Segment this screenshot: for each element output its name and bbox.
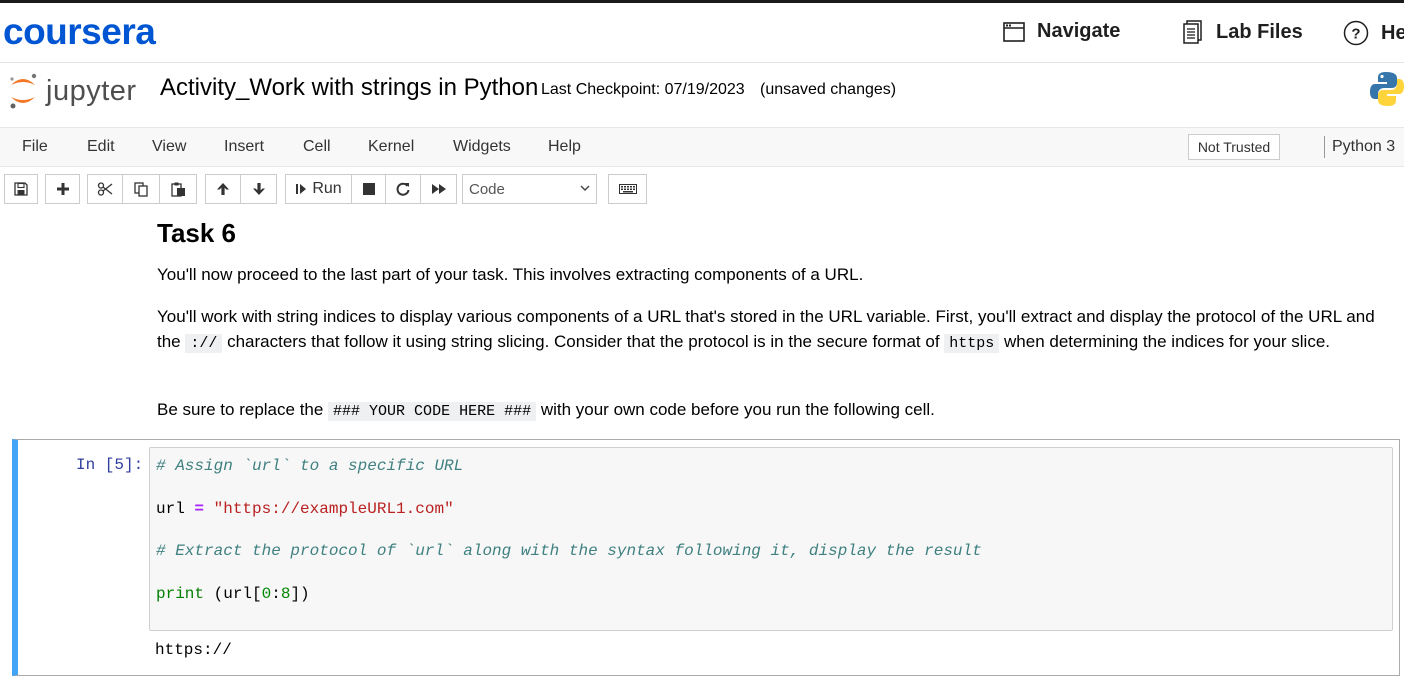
slice-colon: :	[271, 585, 281, 603]
print-args-close: ])	[290, 585, 310, 603]
cut-icon	[97, 182, 113, 196]
run-button[interactable]: Run	[285, 174, 352, 204]
slice-start: 0	[261, 585, 272, 603]
jupyter-header: jupyter Activity_Work with strings in Py…	[0, 64, 1404, 127]
navigate-button[interactable]: Navigate	[1003, 20, 1120, 43]
run-icon	[296, 184, 307, 194]
kernel-indicator[interactable]: Python 3	[1332, 138, 1395, 156]
interrupt-kernel-button[interactable]	[352, 174, 386, 204]
restart-run-all-button[interactable]	[421, 174, 457, 204]
url-variable: url	[156, 500, 195, 518]
comment-assign: # Assign `url` to a specific URL	[156, 457, 464, 475]
reminder-text-b: with your own code before you run the fo…	[536, 400, 935, 419]
kernel-separator	[1324, 136, 1325, 158]
help-button[interactable]: ? He	[1343, 20, 1404, 46]
lab-files-label: Lab Files	[1216, 20, 1303, 43]
menu-file[interactable]: File	[22, 138, 48, 156]
instructions-text-b: characters that follow it using string s…	[222, 332, 945, 351]
cell-type-select[interactable]: Code	[462, 174, 597, 204]
run-label: Run	[312, 180, 342, 197]
code-line-2: url = "https://exampleURL1.com"	[156, 500, 454, 518]
instructions-text-c: when determining the indices for your sl…	[999, 332, 1331, 351]
jupyter-wordmark: jupyter	[46, 74, 137, 107]
save-icon	[14, 182, 28, 196]
cell-type-value: Code	[469, 180, 505, 198]
coursera-logo[interactable]: coursera	[3, 11, 156, 53]
command-palette-button[interactable]	[608, 174, 647, 204]
cell-prompt: In [5]:	[76, 456, 144, 474]
instructions-paragraph: You'll work with string indices to displ…	[157, 304, 1387, 356]
browser-window-icon	[1003, 21, 1025, 42]
menu-insert[interactable]: Insert	[224, 138, 264, 156]
move-down-icon	[252, 183, 265, 195]
slice-end: 8	[280, 585, 291, 603]
menu-cell[interactable]: Cell	[303, 138, 331, 156]
trust-status-button[interactable]: Not Trusted	[1188, 134, 1280, 160]
notebook-title[interactable]: Activity_Work with strings in Python	[160, 74, 538, 102]
move-up-icon	[217, 183, 229, 195]
restart-kernel-button[interactable]	[386, 174, 421, 204]
keyboard-icon	[618, 184, 637, 194]
code-line-3: # Extract the protocol of `url` along wi…	[156, 542, 982, 560]
python-logo-icon	[1370, 72, 1404, 106]
restart-icon	[396, 182, 410, 196]
chevron-down-icon	[580, 185, 590, 191]
inline-code-separator: ://	[185, 334, 223, 353]
stop-icon	[362, 183, 375, 195]
svg-text:?: ?	[1351, 26, 1360, 43]
comment-extract: # Extract the protocol of `url` along wi…	[156, 542, 982, 560]
paste-icon	[170, 182, 185, 197]
jupyter-logo-icon	[10, 73, 37, 109]
insert-cell-button[interactable]	[45, 174, 80, 204]
intro-text: You'll now proceed to the last part of y…	[157, 265, 864, 284]
notebook-content: Task 6 You'll now proceed to the last pa…	[0, 210, 1404, 681]
print-args-open: (url[	[204, 585, 262, 603]
move-down-button[interactable]	[241, 174, 277, 204]
url-string: "https://exampleURL1.com"	[213, 500, 454, 518]
menu-edit[interactable]: Edit	[87, 138, 115, 156]
menu-view[interactable]: View	[152, 138, 186, 156]
code-editor[interactable]: # Assign `url` to a specific URL url = "…	[149, 447, 1393, 631]
assign-operator: =	[194, 500, 205, 518]
help-circle-icon: ?	[1343, 20, 1369, 46]
save-status: (unsaved changes)	[760, 81, 897, 98]
coursera-header: coursera Navigate Lab Files ? He	[0, 3, 1404, 63]
menu-widgets[interactable]: Widgets	[453, 138, 511, 156]
fast-forward-icon	[431, 184, 446, 194]
lab-files-button[interactable]: Lab Files	[1182, 20, 1303, 44]
move-up-button[interactable]	[205, 174, 241, 204]
menu-help[interactable]: Help	[548, 138, 581, 156]
add-cell-icon	[56, 183, 69, 195]
print-builtin: print	[156, 585, 205, 603]
navigate-label: Navigate	[1037, 20, 1121, 42]
copy-button[interactable]	[123, 174, 160, 204]
inline-code-placeholder: ### YOUR CODE HERE ###	[328, 402, 537, 421]
menu-kernel[interactable]: Kernel	[368, 138, 414, 156]
code-line-4: print (url[0:8])	[156, 585, 310, 603]
cell-output: https://	[155, 641, 232, 659]
inline-code-https: https	[944, 334, 1000, 353]
save-button[interactable]	[4, 174, 38, 204]
code-cell[interactable]: In [5]: # Assign `url` to a specific URL…	[12, 439, 1400, 676]
paste-button[interactable]	[160, 174, 197, 204]
document-files-icon	[1183, 20, 1202, 44]
cut-button[interactable]	[87, 174, 123, 204]
task-heading: Task 6	[157, 218, 237, 248]
jupyter-logo[interactable]: jupyter	[8, 72, 137, 110]
intro-paragraph: You'll now proceed to the last part of y…	[157, 262, 1387, 287]
python-logo	[1370, 70, 1404, 113]
help-label: He	[1381, 21, 1404, 44]
reminder-text-a: Be sure to replace the	[157, 400, 329, 419]
last-checkpoint: Last Checkpoint: 07/19/2023	[541, 81, 745, 98]
copy-icon	[133, 181, 148, 197]
notebook-toolbar: Run Code	[0, 167, 1404, 210]
code-line-1: # Assign `url` to a specific URL	[156, 457, 463, 475]
menubar: File Edit View Insert Cell Kernel Widget…	[0, 127, 1404, 167]
reminder-paragraph: Be sure to replace the ### YOUR CODE HER…	[157, 397, 1387, 424]
